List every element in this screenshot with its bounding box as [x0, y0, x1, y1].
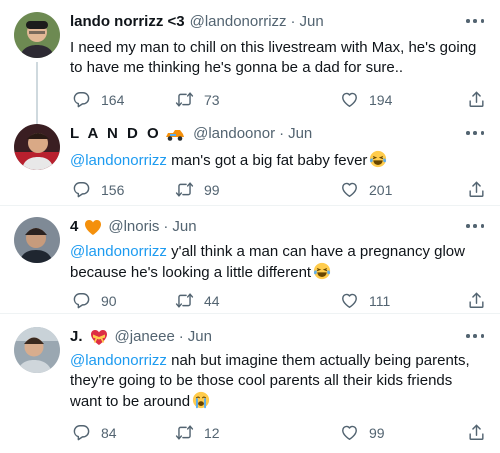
timestamp[interactable]: Jun: [172, 217, 196, 237]
retweet-button[interactable]: 44: [175, 291, 220, 310]
tweet-actions: 90 44 111: [70, 291, 488, 311]
tweet-text: I need my man to chill on this livestrea…: [70, 38, 488, 78]
share-icon: [467, 423, 486, 442]
more-options-icon[interactable]: [466, 329, 484, 343]
avatar[interactable]: [14, 327, 60, 373]
crying-emoji: [192, 391, 210, 409]
tweet-header: 4 @lnoris · Jun: [70, 217, 197, 237]
handle[interactable]: @landoonor: [193, 124, 275, 144]
tweet-actions: 164 73 194: [70, 90, 488, 110]
tweet[interactable]: J. @janeee · Jun @landonorrizz nah but i…: [0, 327, 500, 451]
retweet-count: 73: [204, 91, 220, 108]
share-button[interactable]: [467, 180, 486, 199]
tweet-actions: 156 99 201: [70, 180, 488, 200]
tweet-header: J. @janeee · Jun: [70, 327, 212, 347]
more-options-icon[interactable]: [466, 14, 484, 28]
reply-count: 156: [101, 181, 125, 198]
orange-heart-emoji: [84, 219, 102, 236]
mention-link[interactable]: @landonorrizz: [70, 152, 167, 169]
laughing-tears-emoji: [313, 262, 331, 280]
display-name[interactable]: 4: [70, 217, 78, 237]
reply-icon: [72, 423, 91, 442]
reply-count: 164: [101, 91, 125, 108]
more-options-icon[interactable]: [466, 219, 484, 233]
retweet-count: 44: [204, 292, 220, 309]
share-icon: [467, 90, 486, 109]
more-options-icon[interactable]: [466, 126, 484, 140]
handle[interactable]: @lnoris: [108, 217, 159, 237]
avatar[interactable]: [14, 124, 60, 170]
share-icon: [467, 180, 486, 199]
share-button[interactable]: [467, 423, 486, 442]
separator-dot: ·: [290, 13, 296, 30]
heart-icon: [340, 423, 359, 442]
tweet-header: lando norrizz <3 @landonorrizz · Jun: [70, 12, 324, 32]
tweet-text-content: man's got a big fat baby fever: [166, 152, 368, 169]
heart-icon: [340, 291, 359, 310]
tweet[interactable]: L A N D O @landoonor · Jun @landonorrizz…: [0, 124, 500, 206]
handle[interactable]: @landonorrizz: [190, 12, 287, 32]
retweet-icon: [175, 180, 194, 199]
display-name[interactable]: L A N D O: [70, 124, 161, 144]
tweet-text: @landonorrizz nah but imagine them actua…: [70, 351, 488, 412]
like-count: 111: [369, 292, 391, 309]
handle[interactable]: @janeee: [115, 327, 175, 347]
tweet[interactable]: 4 @lnoris · Jun @landonorrizz y'all thin…: [0, 217, 500, 314]
like-count: 201: [369, 181, 393, 198]
heart-icon: [340, 180, 359, 199]
tweet-text: @landonorrizz man's got a big fat baby f…: [70, 150, 488, 171]
like-button[interactable]: 201: [340, 180, 392, 199]
timestamp[interactable]: Jun: [288, 124, 312, 144]
tweet-actions: 84 12 99: [70, 423, 488, 443]
heart-with-ribbon-emoji: [89, 328, 109, 346]
display-name[interactable]: J.: [70, 327, 83, 347]
tweet[interactable]: lando norrizz <3 @landonorrizz · Jun I n…: [0, 12, 500, 124]
timestamp[interactable]: Jun: [300, 12, 324, 32]
reply-count: 90: [101, 292, 117, 309]
separator-dot: ·: [279, 125, 285, 142]
retweet-icon: [175, 291, 194, 310]
mention-link[interactable]: @landonorrizz: [70, 243, 167, 260]
reply-button[interactable]: 84: [72, 423, 117, 442]
share-button[interactable]: [467, 90, 486, 109]
timestamp[interactable]: Jun: [188, 327, 212, 347]
retweet-button[interactable]: 99: [175, 180, 220, 199]
retweet-count: 99: [204, 181, 220, 198]
race-car-emoji: [165, 126, 185, 142]
retweet-icon: [175, 423, 194, 442]
thread-line: [36, 62, 38, 124]
avatar[interactable]: [14, 217, 60, 263]
like-count: 194: [369, 91, 393, 108]
retweet-button[interactable]: 73: [175, 90, 220, 109]
heart-icon: [340, 90, 359, 109]
reply-icon: [72, 180, 91, 199]
separator-dot: ·: [163, 218, 169, 235]
mention-link[interactable]: @landonorrizz: [70, 352, 167, 369]
display-name[interactable]: lando norrizz <3: [70, 12, 185, 32]
retweet-icon: [175, 90, 194, 109]
reply-button[interactable]: 156: [72, 180, 124, 199]
reply-count: 84: [101, 424, 117, 441]
like-button[interactable]: 194: [340, 90, 392, 109]
tweet-header: L A N D O @landoonor · Jun: [70, 124, 312, 144]
reply-icon: [72, 291, 91, 310]
like-button[interactable]: 99: [340, 423, 385, 442]
retweet-count: 12: [204, 424, 220, 441]
share-icon: [467, 291, 486, 310]
retweet-button[interactable]: 12: [175, 423, 220, 442]
separator-dot: ·: [178, 328, 184, 345]
like-count: 99: [369, 424, 385, 441]
tweet-text: @landonorrizz y'all think a man can have…: [70, 242, 488, 283]
laughing-tears-emoji: [369, 150, 387, 168]
avatar[interactable]: [14, 12, 60, 58]
reply-icon: [72, 90, 91, 109]
share-button[interactable]: [467, 291, 486, 310]
tweet-text-content: I need my man to chill on this livestrea…: [70, 39, 477, 76]
reply-button[interactable]: 164: [72, 90, 124, 109]
reply-button[interactable]: 90: [72, 291, 117, 310]
like-button[interactable]: 111: [340, 291, 390, 310]
